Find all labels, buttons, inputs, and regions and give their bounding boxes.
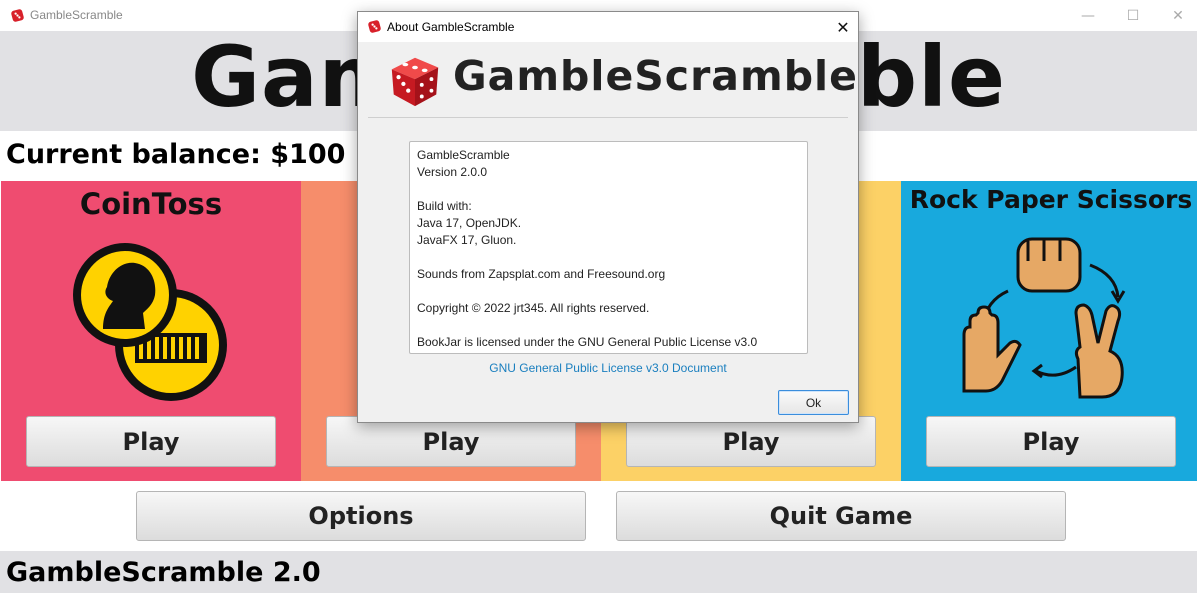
about-line <box>417 249 800 266</box>
about-line: Build with: <box>417 199 472 213</box>
about-line: GambleScramble <box>417 148 510 162</box>
red-dice-icon <box>11 9 24 22</box>
quit-game-button[interactable]: Quit Game <box>616 491 1066 541</box>
game-2-play-button[interactable]: Play <box>326 416 576 467</box>
about-line <box>417 181 800 198</box>
close-button[interactable]: ✕ <box>1155 0 1197 31</box>
about-window-title: About GambleScramble <box>387 20 515 34</box>
about-line: Java 17, OpenJDK. <box>417 216 522 230</box>
red-dice-logo-icon <box>391 57 439 107</box>
red-dice-icon <box>368 20 381 33</box>
balance-label: Current balance: $100 <box>6 139 346 170</box>
window-title: GambleScramble <box>30 8 123 22</box>
version-footer: GambleScramble 2.0 <box>6 557 321 588</box>
about-line: Copyright © 2022 jrt345. All rights rese… <box>417 301 650 315</box>
maximize-button[interactable]: ☐ <box>1110 0 1156 31</box>
about-line: Sounds from Zapsplat.com and Freesound.o… <box>417 267 666 281</box>
cointoss-panel: CoinToss Play <box>1 181 301 481</box>
about-titlebar: About GambleScramble ✕ <box>358 12 858 42</box>
footer-band: GambleScramble 2.0 <box>0 551 1197 593</box>
options-button[interactable]: Options <box>136 491 586 541</box>
rps-play-button[interactable]: Play <box>926 416 1176 467</box>
license-link[interactable]: GNU General Public License v3.0 Document <box>358 361 858 375</box>
game-3-play-button[interactable]: Play <box>626 416 876 467</box>
about-line <box>417 283 800 300</box>
about-dialog: About GambleScramble ✕ GambleScramble Ga… <box>357 11 859 423</box>
about-app-name: GambleScramble <box>453 52 858 100</box>
about-info-textarea[interactable]: GambleScramble Version 2.0.0 Build with:… <box>409 141 808 354</box>
divider <box>368 117 848 118</box>
coin-head-icon <box>73 243 227 401</box>
about-line: BookJar is licensed under the GNU Genera… <box>417 335 758 349</box>
about-line: JavaFX 17, Gluon. <box>417 233 517 247</box>
rps-panel: Rock Paper Scissors Play <box>901 181 1197 481</box>
cointoss-play-button[interactable]: Play <box>26 416 276 467</box>
panel-title-rps: Rock Paper Scissors <box>909 185 1193 214</box>
panel-title-cointoss: CoinToss <box>79 187 223 221</box>
ok-button[interactable]: Ok <box>778 390 849 415</box>
about-line <box>417 317 800 334</box>
minimize-button[interactable]: — <box>1065 0 1111 31</box>
rock-paper-scissors-cycle-icon <box>962 237 1126 399</box>
about-line: Version 2.0.0 <box>417 165 488 179</box>
about-close-button[interactable]: ✕ <box>828 12 858 42</box>
